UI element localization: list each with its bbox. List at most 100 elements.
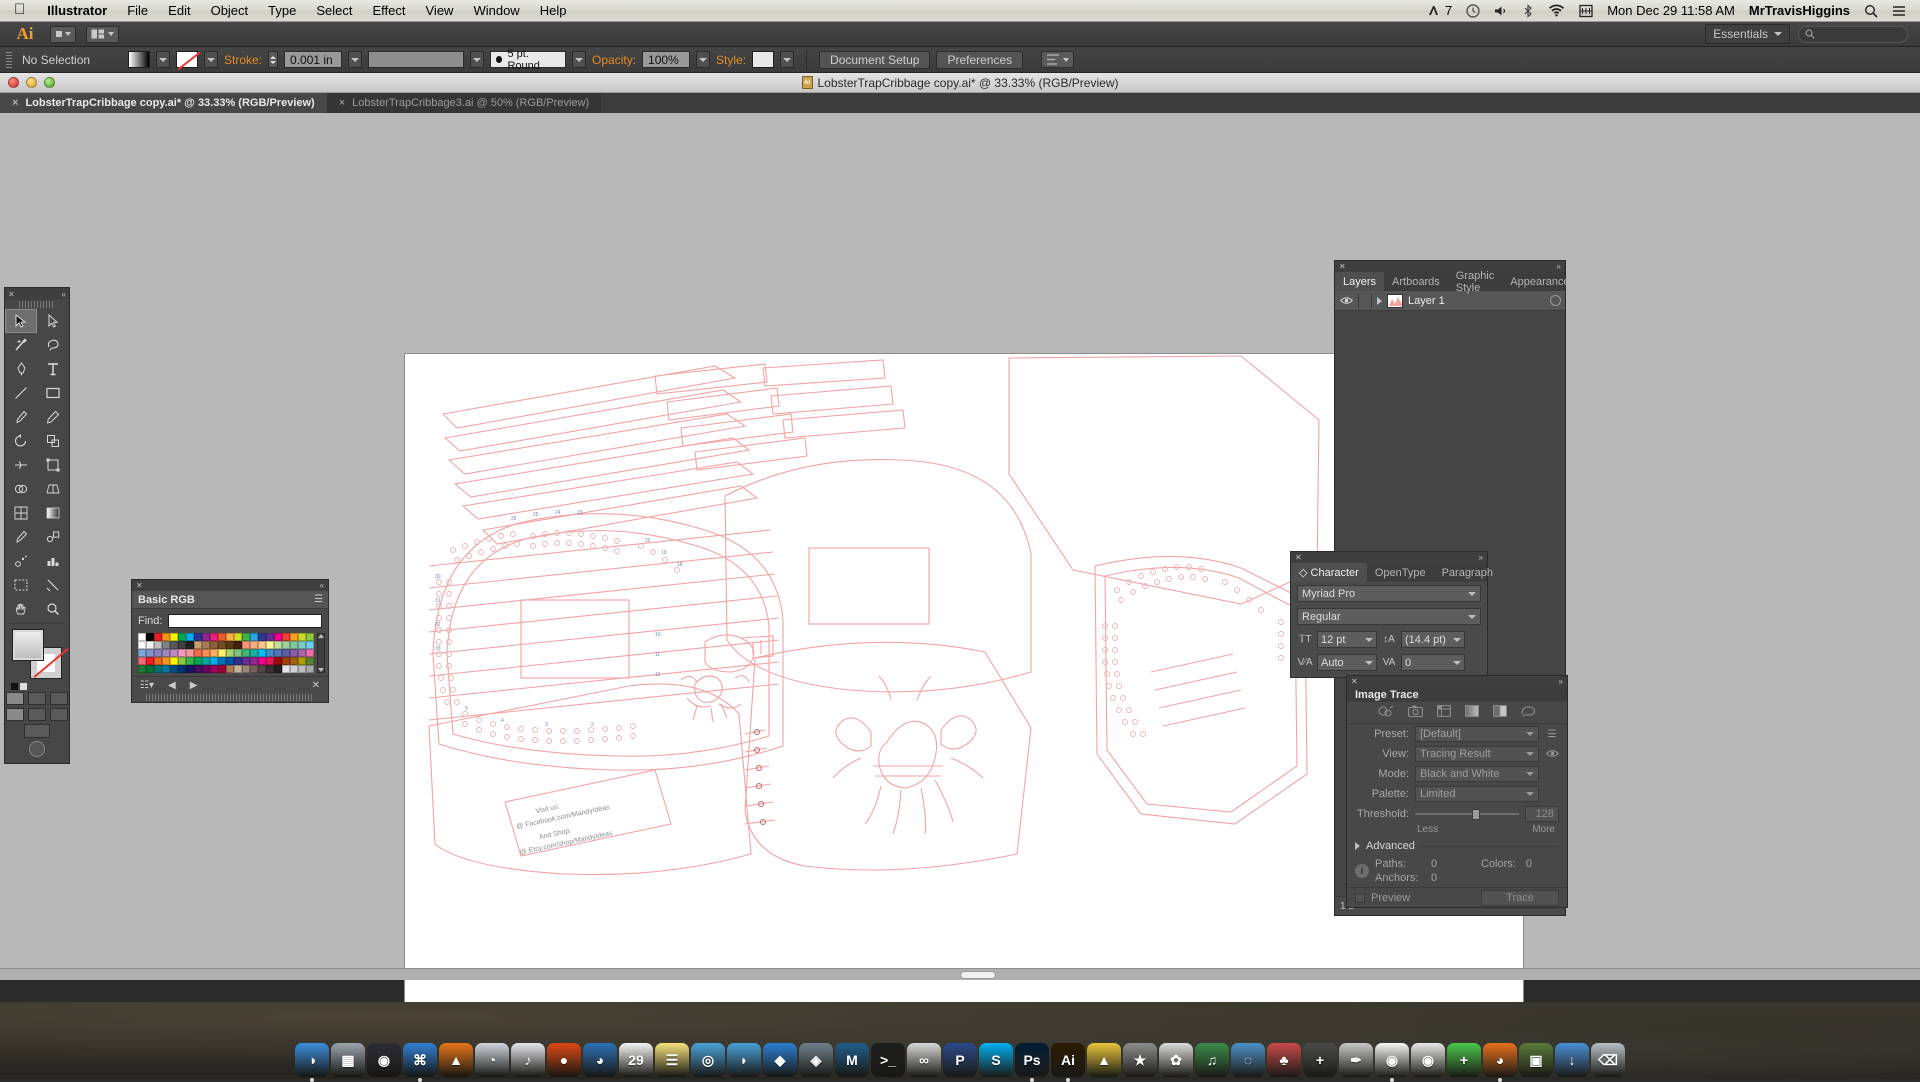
swatch-67[interactable] bbox=[146, 657, 154, 665]
lasso-tool[interactable] bbox=[37, 333, 69, 357]
close-icon[interactable]: ✕ bbox=[1339, 262, 1346, 271]
pencil-tool[interactable] bbox=[37, 405, 69, 429]
swatch-98[interactable] bbox=[218, 665, 226, 673]
none-button[interactable] bbox=[50, 692, 68, 705]
low-fidelity-photo-icon[interactable] bbox=[1437, 705, 1451, 720]
color-button[interactable] bbox=[6, 692, 24, 705]
layers-panel-titlebar[interactable]: ✕ » bbox=[1335, 261, 1565, 272]
gradient-tool[interactable] bbox=[37, 501, 69, 525]
swatch-49[interactable] bbox=[178, 649, 186, 657]
swatch-36[interactable] bbox=[250, 641, 258, 649]
dock-item-audio[interactable]: ♫ bbox=[1195, 1043, 1229, 1077]
draw-normal-button[interactable] bbox=[6, 708, 24, 721]
swatch-99[interactable] bbox=[226, 665, 234, 673]
palette-select[interactable]: Limited bbox=[1415, 786, 1539, 802]
swatch-90[interactable] bbox=[154, 665, 162, 673]
swatch-93[interactable] bbox=[178, 665, 186, 673]
next-swatch-icon[interactable]: ▶ bbox=[190, 680, 198, 691]
swatch-108[interactable] bbox=[298, 665, 306, 673]
dock-item-finder[interactable]: ◑ bbox=[295, 1043, 329, 1082]
dock-item-chrome-canary[interactable]: ∞ bbox=[907, 1043, 941, 1077]
fill-stroke-mini-controls[interactable] bbox=[11, 683, 27, 690]
tab-opentype[interactable]: OpenType bbox=[1367, 563, 1434, 582]
dock-item-plus-app[interactable]: + bbox=[1303, 1043, 1337, 1077]
threshold-slider[interactable] bbox=[1415, 806, 1519, 822]
dock-item-pineapple[interactable]: ▲ bbox=[1087, 1043, 1121, 1077]
swatch-5[interactable] bbox=[178, 633, 186, 641]
collapse-icon[interactable]: « bbox=[320, 581, 324, 590]
dock-item-chrome[interactable]: ◉ bbox=[1375, 1043, 1409, 1082]
swatch-78[interactable] bbox=[234, 657, 242, 665]
swatch-8[interactable] bbox=[202, 633, 210, 641]
minimize-window-button[interactable] bbox=[26, 77, 37, 88]
swatch-96[interactable] bbox=[202, 665, 210, 673]
menu-type[interactable]: Type bbox=[258, 3, 306, 18]
fill-swatch[interactable] bbox=[128, 51, 150, 68]
brush-definition-select[interactable]: 5 pt. Round bbox=[490, 48, 567, 72]
canvas-area[interactable]: Visit us: @ Facebook.com/MandyIdeas And … bbox=[0, 113, 1920, 1006]
menu-file[interactable]: File bbox=[117, 3, 158, 18]
swatch-84[interactable] bbox=[282, 657, 290, 665]
dock-item-blender[interactable]: ◕ bbox=[583, 1043, 617, 1077]
swatch-87[interactable] bbox=[306, 657, 314, 665]
swatch-109[interactable] bbox=[306, 665, 314, 673]
tools-panel-grip[interactable] bbox=[19, 301, 55, 308]
fill-dropdown[interactable] bbox=[156, 51, 170, 68]
preset-select[interactable]: [Default] bbox=[1415, 726, 1539, 742]
layer-row[interactable]: Layer 1 bbox=[1335, 291, 1565, 311]
dock-item-modo[interactable]: ◈ bbox=[799, 1043, 833, 1077]
swatch-16[interactable] bbox=[266, 633, 274, 641]
swatch-2[interactable] bbox=[154, 633, 162, 641]
swatch-30[interactable] bbox=[202, 641, 210, 649]
swatch-100[interactable] bbox=[234, 665, 242, 673]
swatch-34[interactable] bbox=[234, 641, 242, 649]
swatch-35[interactable] bbox=[242, 641, 250, 649]
rotate-tool[interactable] bbox=[5, 429, 37, 453]
swatch-39[interactable] bbox=[274, 641, 282, 649]
swatch-15[interactable] bbox=[258, 633, 266, 641]
swatch-65[interactable] bbox=[306, 649, 314, 657]
swatch-55[interactable] bbox=[226, 649, 234, 657]
menu-effect[interactable]: Effect bbox=[362, 3, 415, 18]
bridge-button[interactable] bbox=[50, 25, 76, 43]
swatch-7[interactable] bbox=[194, 633, 202, 641]
perspective-grid-tool[interactable] bbox=[37, 477, 69, 501]
swatch-101[interactable] bbox=[242, 665, 250, 673]
close-icon[interactable]: × bbox=[12, 97, 18, 109]
pen-tool[interactable] bbox=[5, 357, 37, 381]
swatch-43[interactable] bbox=[306, 641, 314, 649]
adobe-cc-status-icon[interactable]: 7 bbox=[1427, 3, 1452, 18]
dock-item-calendar[interactable]: 29 bbox=[619, 1043, 653, 1077]
graphic-style-dropdown[interactable] bbox=[780, 51, 795, 68]
dock-item-messages[interactable]: + bbox=[1447, 1043, 1481, 1077]
expand-triangle-icon[interactable] bbox=[1355, 842, 1360, 850]
swatch-25[interactable] bbox=[162, 641, 170, 649]
swatch-86[interactable] bbox=[298, 657, 306, 665]
document-tab-2[interactable]: × LobsterTrapCribbage3.ai @ 50% (RGB/Pre… bbox=[326, 93, 602, 113]
swatch-17[interactable] bbox=[274, 633, 282, 641]
swatches-panel-resize-grip[interactable] bbox=[146, 694, 314, 701]
swatch-76[interactable] bbox=[218, 657, 226, 665]
dock-item-downloads[interactable]: ↓ bbox=[1555, 1043, 1589, 1077]
variable-width-dropdown[interactable] bbox=[470, 51, 485, 68]
swatch-33[interactable] bbox=[226, 641, 234, 649]
eyedropper-tool[interactable] bbox=[5, 525, 37, 549]
swatch-24[interactable] bbox=[154, 641, 162, 649]
tools-panel-header[interactable]: ✕ « bbox=[5, 288, 69, 300]
outline-icon[interactable] bbox=[1521, 705, 1536, 720]
swatch-71[interactable] bbox=[178, 657, 186, 665]
stroke-swatch[interactable] bbox=[176, 51, 198, 68]
menu-view[interactable]: View bbox=[416, 3, 464, 18]
threshold-knob[interactable] bbox=[1472, 808, 1481, 820]
swatch-grid[interactable] bbox=[138, 633, 314, 673]
dock-item-safari[interactable]: ⌘ bbox=[403, 1043, 437, 1082]
close-icon[interactable]: ✕ bbox=[8, 290, 15, 299]
swatch-1[interactable] bbox=[146, 633, 154, 641]
line-segment-tool[interactable] bbox=[5, 381, 37, 405]
swatch-28[interactable] bbox=[186, 641, 194, 649]
swatch-72[interactable] bbox=[186, 657, 194, 665]
menubar-username[interactable]: MrTravisHiggins bbox=[1749, 3, 1850, 18]
stroke-weight-stepper[interactable] bbox=[268, 51, 279, 68]
dock-item-notes[interactable]: ☰ bbox=[655, 1043, 689, 1077]
draw-inside-button[interactable] bbox=[50, 708, 68, 721]
